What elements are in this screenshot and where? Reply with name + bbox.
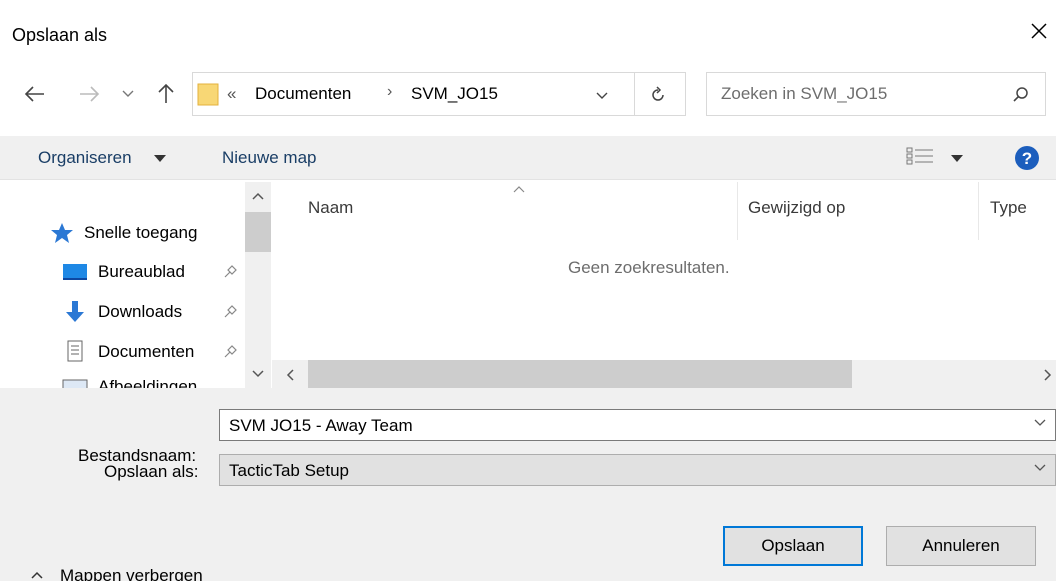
recent-locations-chevron-icon[interactable] bbox=[120, 86, 136, 102]
folder-icon bbox=[197, 83, 219, 106]
filelist-horizontal-scrollbar[interactable] bbox=[272, 360, 1056, 388]
scroll-down-icon[interactable] bbox=[251, 368, 265, 380]
window-title: Opslaan als bbox=[12, 25, 108, 45]
help-icon[interactable]: ? bbox=[1014, 145, 1040, 171]
filename-dropdown-icon[interactable] bbox=[1033, 416, 1047, 430]
scroll-thumb[interactable] bbox=[308, 360, 852, 388]
organize-dropdown-icon[interactable] bbox=[153, 152, 167, 164]
sidebar-item-label: Downloads bbox=[98, 302, 183, 321]
address-dropdown-icon[interactable] bbox=[595, 89, 609, 103]
savetype-label: Opslaan als: bbox=[104, 462, 199, 481]
savetype-select[interactable]: TacticTab Setup bbox=[219, 454, 1056, 486]
search-icon[interactable] bbox=[1011, 85, 1031, 105]
breadcrumb-item-svm-jo15[interactable]: SVM_JO15 bbox=[411, 84, 498, 104]
sidebar-quick-access[interactable]: Snelle toegang bbox=[84, 223, 197, 243]
breadcrumb-item-documenten[interactable]: Documenten bbox=[255, 84, 351, 104]
column-header-type[interactable]: Type bbox=[990, 198, 1027, 218]
cancel-button[interactable]: Annuleren bbox=[886, 526, 1036, 566]
pin-icon bbox=[224, 265, 237, 278]
column-divider[interactable] bbox=[737, 182, 738, 240]
column-header-naam[interactable]: Naam bbox=[308, 198, 353, 218]
pin-icon bbox=[224, 305, 237, 318]
breadcrumb-separator: › bbox=[387, 83, 393, 100]
breadcrumb-overflow[interactable]: « bbox=[227, 84, 236, 104]
address-bar[interactable]: « Documenten › SVM_JO15 bbox=[192, 72, 686, 116]
savetype-value: TacticTab Setup bbox=[229, 461, 350, 480]
view-dropdown-icon[interactable] bbox=[950, 152, 964, 164]
column-divider[interactable] bbox=[978, 182, 979, 240]
scroll-thumb[interactable] bbox=[245, 212, 271, 252]
filename-field[interactable]: SVM JO15 - Away Team bbox=[219, 409, 1056, 441]
search-input[interactable]: Zoeken in SVM_JO15 bbox=[721, 84, 887, 104]
chevron-up-icon[interactable] bbox=[30, 570, 44, 580]
empty-results-message: Geen zoekresultaten. bbox=[568, 258, 730, 277]
save-button[interactable]: Opslaan bbox=[723, 526, 863, 566]
sidebar-item-label: Documenten bbox=[98, 342, 195, 361]
document-icon bbox=[67, 340, 83, 362]
up-arrow-icon[interactable] bbox=[152, 80, 180, 108]
sidebar-item-documenten[interactable]: Documenten bbox=[62, 337, 194, 367]
desktop-icon bbox=[63, 264, 87, 280]
search-box[interactable]: Zoeken in SVM_JO15 bbox=[706, 72, 1046, 116]
forward-arrow-icon[interactable] bbox=[76, 80, 104, 108]
address-divider bbox=[634, 73, 635, 115]
download-icon bbox=[66, 301, 84, 322]
view-options-icon[interactable] bbox=[905, 146, 939, 166]
scroll-up-icon[interactable] bbox=[251, 190, 265, 202]
column-header-gewijzigd-op[interactable]: Gewijzigd op bbox=[748, 198, 845, 218]
sidebar-item-downloads[interactable]: Downloads bbox=[62, 297, 182, 327]
quick-access-star-icon bbox=[51, 223, 73, 243]
scroll-right-icon[interactable] bbox=[1042, 368, 1054, 382]
sidebar-item-label: Bureaublad bbox=[98, 262, 185, 281]
pin-icon bbox=[224, 345, 237, 358]
sidebar-item-bureaublad[interactable]: Bureaublad bbox=[62, 257, 185, 287]
savetype-dropdown-icon[interactable] bbox=[1033, 461, 1047, 475]
sidebar-item-afbeeldingen[interactable]: Afbeeldingen bbox=[62, 377, 197, 388]
refresh-icon[interactable] bbox=[648, 85, 668, 105]
hide-folders-toggle[interactable]: Mappen verbergen bbox=[60, 566, 203, 581]
sort-ascending-icon bbox=[513, 186, 525, 193]
pictures-icon bbox=[62, 379, 88, 388]
filename-input[interactable]: SVM JO15 - Away Team bbox=[229, 416, 413, 436]
back-arrow-icon[interactable] bbox=[22, 80, 50, 108]
sidebar-item-label: Afbeeldingen bbox=[98, 377, 198, 388]
scroll-left-icon[interactable] bbox=[284, 368, 296, 382]
sidebar-scrollbar[interactable] bbox=[245, 182, 271, 388]
organize-button[interactable]: Organiseren bbox=[38, 148, 132, 168]
close-icon[interactable] bbox=[1024, 16, 1054, 46]
svg-text:?: ? bbox=[1022, 149, 1032, 168]
new-folder-button[interactable]: Nieuwe map bbox=[222, 148, 317, 168]
